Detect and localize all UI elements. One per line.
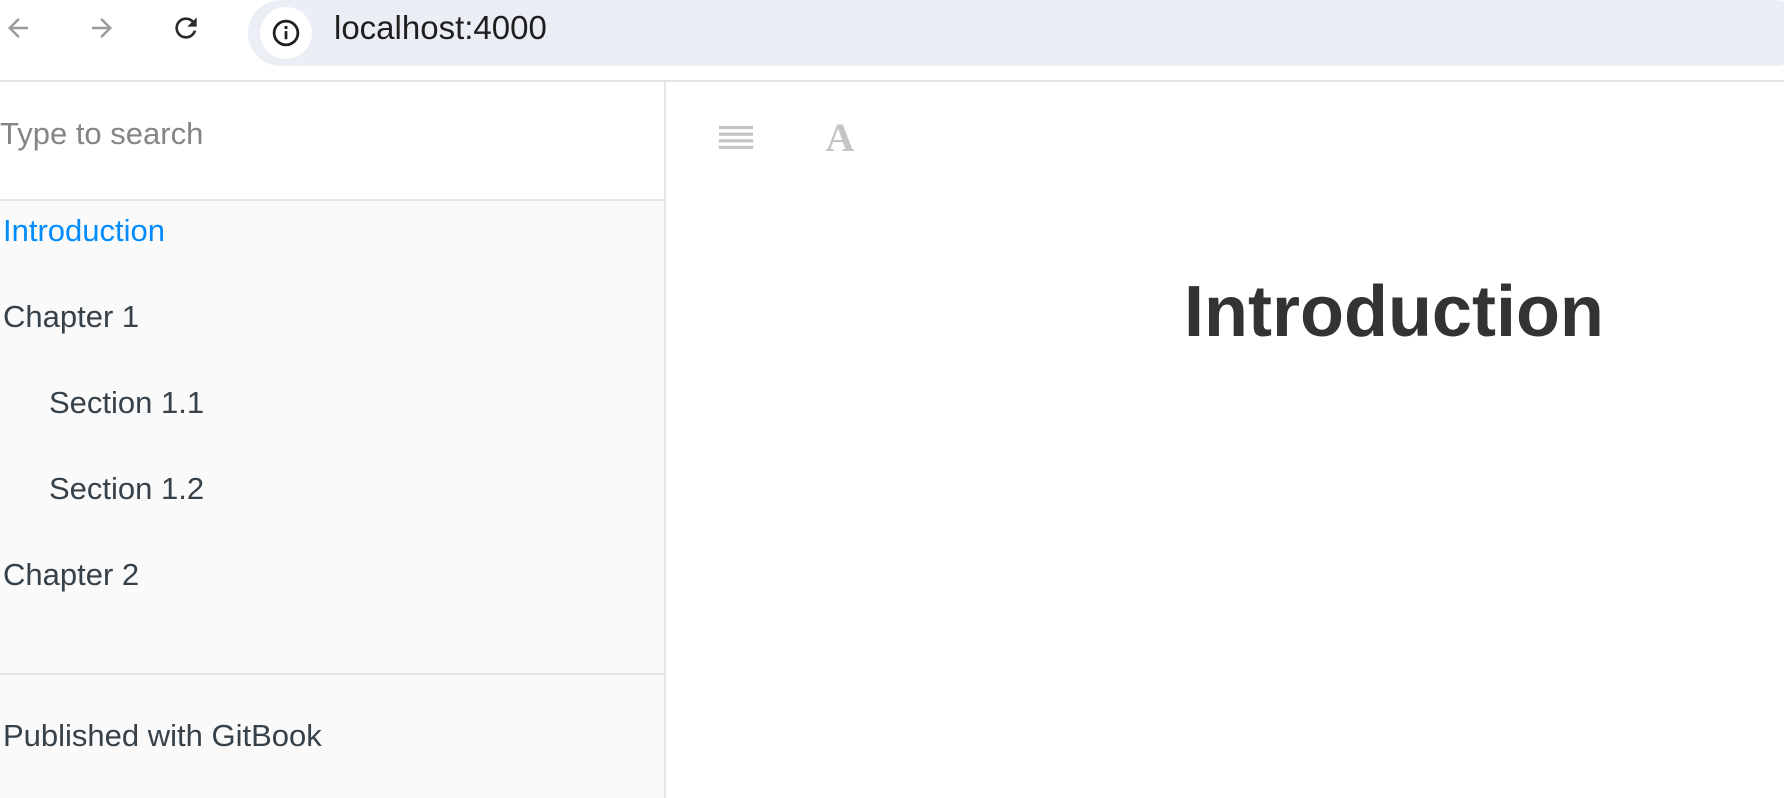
sidebar-divider bbox=[0, 673, 664, 675]
book-header: A bbox=[668, 82, 1784, 182]
font-settings-icon: A bbox=[825, 115, 855, 160]
published-with-gitbook-link[interactable]: Published with GitBook bbox=[3, 706, 322, 766]
arrow-left-icon bbox=[8, 18, 28, 38]
browser-toolbar: localhost:4000 bbox=[0, 0, 1784, 82]
url-text[interactable]: localhost:4000 bbox=[334, 0, 547, 56]
summary-item-chapter-2[interactable]: Chapter 2 bbox=[0, 545, 139, 605]
toggle-sidebar-button[interactable] bbox=[706, 110, 766, 166]
back-button[interactable] bbox=[0, 6, 40, 50]
address-bar[interactable]: localhost:4000 bbox=[248, 0, 1784, 66]
summary-item-chapter-1[interactable]: Chapter 1 bbox=[0, 287, 139, 347]
info-circle-icon bbox=[272, 19, 300, 47]
page-title: Introduction bbox=[1184, 272, 1604, 352]
forward-button[interactable] bbox=[80, 6, 124, 50]
reload-icon bbox=[175, 17, 197, 39]
hamburger-menu-icon bbox=[719, 126, 753, 149]
font-settings-button[interactable]: A bbox=[810, 110, 870, 166]
arrow-right-icon bbox=[92, 18, 112, 38]
reload-button[interactable] bbox=[164, 6, 208, 50]
summary-item-section-1-2[interactable]: Section 1.2 bbox=[0, 459, 204, 519]
site-info-button[interactable] bbox=[260, 7, 312, 59]
search-input[interactable] bbox=[0, 104, 640, 164]
book-summary-sidebar: Introduction Chapter 1 Section 1.1 Secti… bbox=[0, 82, 666, 798]
summary-item-introduction[interactable]: Introduction bbox=[0, 201, 165, 261]
search-area bbox=[0, 82, 664, 201]
summary-item-section-1-1[interactable]: Section 1.1 bbox=[0, 373, 204, 433]
